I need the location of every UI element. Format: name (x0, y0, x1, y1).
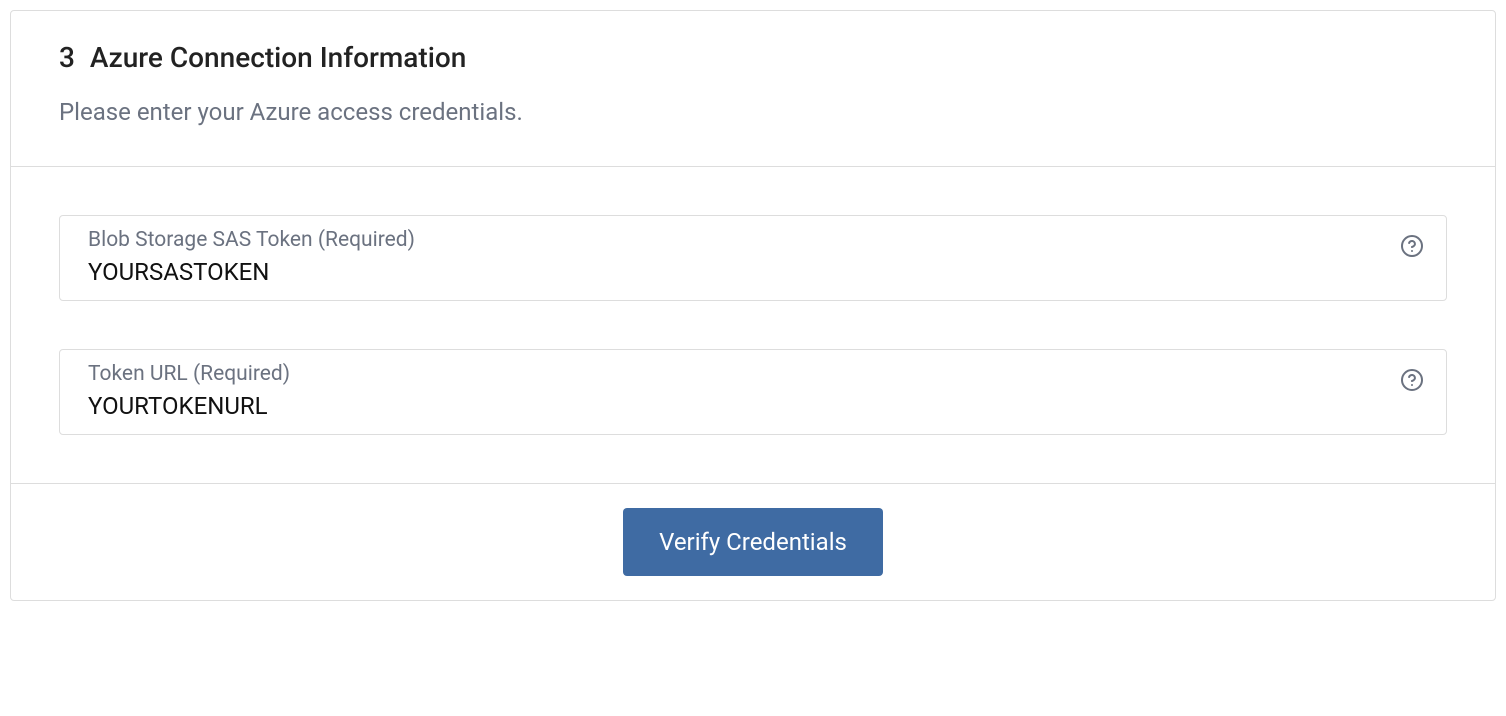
sas-token-group: Blob Storage SAS Token (Required) (59, 215, 1447, 301)
sas-token-label: Blob Storage SAS Token (Required) (88, 228, 1386, 252)
section-title: 3 Azure Connection Information (59, 41, 1447, 74)
help-icon[interactable] (1400, 368, 1424, 392)
azure-connection-card: 3 Azure Connection Information Please en… (10, 10, 1496, 601)
form-body: Blob Storage SAS Token (Required) Token … (11, 167, 1495, 484)
card-header: 3 Azure Connection Information Please en… (11, 11, 1495, 167)
token-url-input[interactable] (88, 392, 1386, 420)
section-subtitle: Please enter your Azure access credentia… (59, 98, 1447, 126)
sas-token-input[interactable] (88, 258, 1386, 286)
token-url-group: Token URL (Required) (59, 349, 1447, 435)
help-icon[interactable] (1400, 234, 1424, 258)
card-footer: Verify Credentials (11, 484, 1495, 600)
verify-credentials-button[interactable]: Verify Credentials (623, 508, 883, 576)
step-title-text: Azure Connection Information (90, 41, 466, 74)
step-number: 3 (59, 41, 75, 74)
token-url-label: Token URL (Required) (88, 362, 1386, 386)
